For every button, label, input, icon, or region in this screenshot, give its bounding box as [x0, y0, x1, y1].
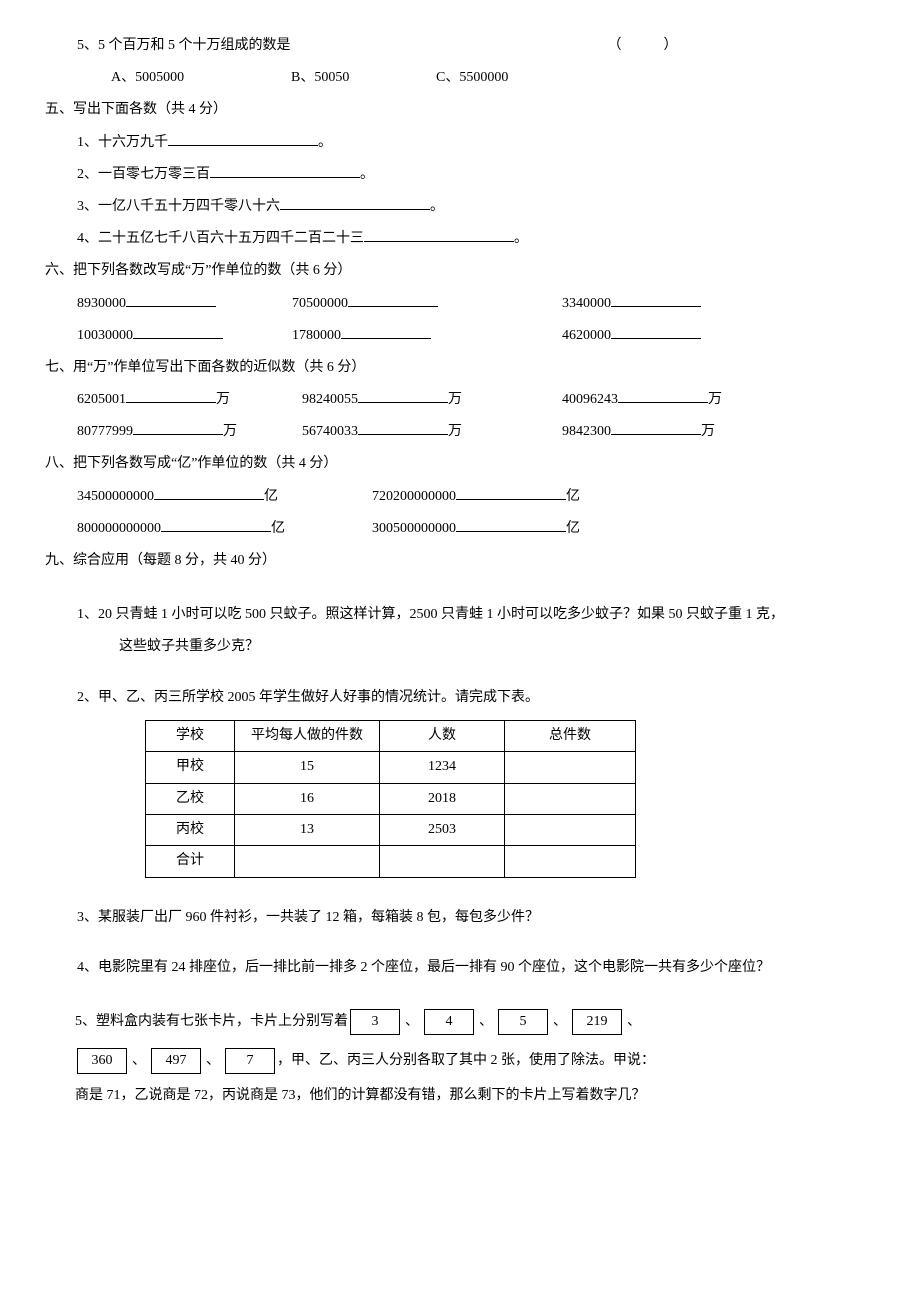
s5-item-2: 2、一百零七万零三百。 [77, 159, 875, 191]
section-8-title: 八、把下列各数写成“亿”作单位的数（共 4 分） [45, 448, 875, 480]
section-5-title: 五、写出下面各数（共 4 分） [45, 94, 875, 126]
fill-blank [348, 292, 438, 307]
s9-q1: 1、20 只青蛙 1 小时可以吃 500 只蚊子。照这样计算，2500 只青蛙 … [77, 599, 875, 631]
question-4-5: 5、5 个百万和 5 个十万组成的数是 （ ） [77, 30, 875, 62]
card-box: 5 [498, 1009, 548, 1035]
fill-blank [168, 131, 318, 146]
section-6-title: 六、把下列各数改写成“万”作单位的数（共 6 分） [45, 255, 875, 287]
s9-q3: 3、某服装厂出厂 960 件衬衫，一共装了 12 箱，每箱装 8 包，每包多少件… [77, 902, 875, 934]
fill-blank [133, 420, 223, 435]
fill-blank [611, 292, 701, 307]
q-text: 5 个百万和 5 个十万组成的数是 [98, 38, 291, 53]
sep-dot: 、 [553, 1002, 567, 1041]
s8-row-1: 34500000000亿 720200000000亿 [77, 481, 875, 513]
fill-blank [154, 485, 264, 500]
fill-blank [280, 195, 430, 210]
fill-blank [456, 485, 566, 500]
table-row: 丙校 13 2503 [146, 814, 636, 845]
s9-q4: 4、电影院里有 24 排座位，后一排比前一排多 2 个座位，最后一排有 90 个… [77, 952, 875, 984]
answer-paren: （ ） [608, 30, 678, 62]
fill-blank [456, 517, 566, 532]
th-school: 学校 [146, 720, 235, 751]
card-box: 219 [572, 1009, 622, 1035]
fill-blank [611, 324, 701, 339]
sep-dot: 、 [627, 1002, 641, 1041]
card-box: 4 [424, 1009, 474, 1035]
fill-blank [126, 388, 216, 403]
q-num: 5、 [77, 38, 98, 53]
section-7-title: 七、用“万”作单位写出下面各数的近似数（共 6 分） [45, 352, 875, 384]
option-c: C、5500000 [436, 62, 508, 94]
s7-row-2: 80777999万 56740033万 9842300万 [77, 416, 875, 448]
s9-q5-line2: 360 、 497 、 7 ，甲、乙、丙三人分别各取了其中 2 张，使用了除法。… [75, 1041, 875, 1080]
card-box: 360 [77, 1048, 127, 1074]
fill-blank [611, 420, 701, 435]
s9-q1b: 这些蚊子共重多少克？ [119, 631, 875, 663]
s6-row-1: 8930000 70500000 3340000 [77, 288, 875, 320]
fill-blank [161, 517, 271, 532]
s9-q5-tail: 商是 71，乙说商是 72，丙说商是 73，他们的计算都没有错，那么剩下的卡片上… [75, 1080, 875, 1112]
fill-blank [358, 420, 448, 435]
s5-item-1: 1、十六万九千。 [77, 127, 875, 159]
th-total: 总件数 [505, 720, 636, 751]
fill-blank [358, 388, 448, 403]
s8-row-2: 800000000000亿 300500000000亿 [77, 513, 875, 545]
fill-blank [133, 324, 223, 339]
sep-dot: 、 [479, 1002, 493, 1041]
table-row: 合计 [146, 846, 636, 877]
table-row: 甲校 15 1234 [146, 752, 636, 783]
table-row: 学校 平均每人做的件数 人数 总件数 [146, 720, 636, 751]
card-box: 3 [350, 1009, 400, 1035]
s5-item-4: 4、二十五亿七千八百六十五万四千二百二十三。 [77, 223, 875, 255]
option-a: A、5005000 [111, 62, 291, 94]
q2-table: 学校 平均每人做的件数 人数 总件数 甲校 15 1234 乙校 16 2018… [145, 720, 636, 878]
th-avg: 平均每人做的件数 [235, 720, 380, 751]
sep-dot: 、 [405, 1002, 419, 1041]
q4-5-options: A、5005000 B、50050 C、5500000 [111, 62, 875, 94]
s6-row-2: 10030000 1780000 4620000 [77, 320, 875, 352]
s5-item-3: 3、一亿八千五十万四千零八十六。 [77, 191, 875, 223]
sep-dot: 、 [132, 1041, 146, 1080]
fill-blank [364, 227, 514, 242]
q5-mid: ，甲、乙、丙三人分别各取了其中 2 张，使用了除法。甲说： [277, 1041, 655, 1080]
s9-q2: 2、甲、乙、丙三所学校 2005 年学生做好人好事的情况统计。请完成下表。 [77, 682, 875, 714]
sep-dot: 、 [206, 1041, 220, 1080]
section-9-title: 九、综合应用（每题 8 分，共 40 分） [45, 545, 875, 577]
fill-blank [126, 292, 216, 307]
s9-q5-line1: 5、塑料盒内装有七张卡片，卡片上分别写着 3 、 4 、 5 、 219 、 [75, 1002, 875, 1041]
s7-row-1: 6205001万 98240055万 40096243万 [77, 384, 875, 416]
th-count: 人数 [380, 720, 505, 751]
card-box: 7 [225, 1048, 275, 1074]
table-row: 乙校 16 2018 [146, 783, 636, 814]
card-box: 497 [151, 1048, 201, 1074]
fill-blank [618, 388, 708, 403]
option-b: B、50050 [291, 62, 436, 94]
q5-lead: 5、塑料盒内装有七张卡片，卡片上分别写着 [75, 1002, 348, 1041]
fill-blank [341, 324, 431, 339]
fill-blank [210, 163, 360, 178]
